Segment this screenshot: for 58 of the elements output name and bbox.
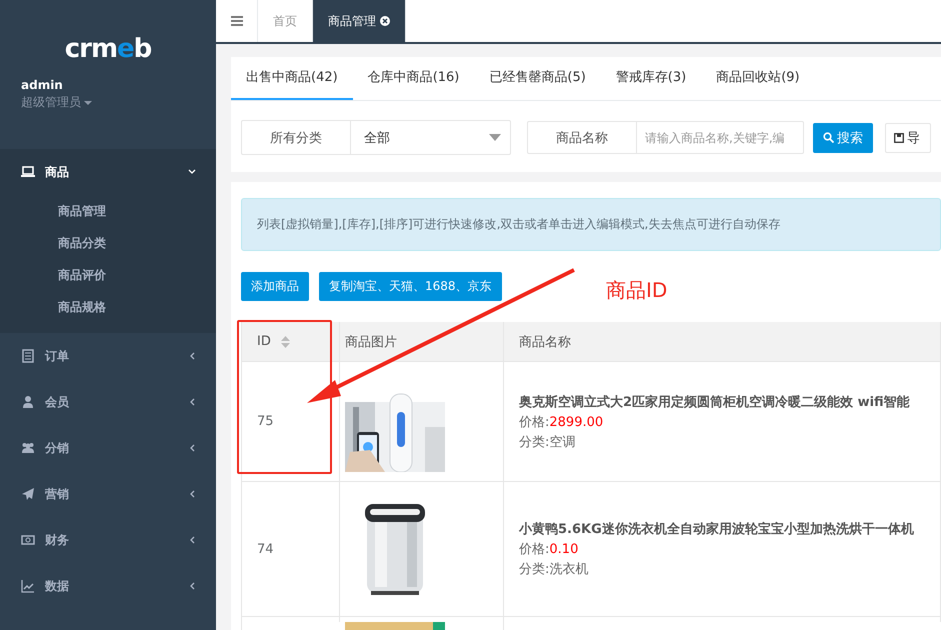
menu-item[interactable]: 财务 xyxy=(0,517,216,563)
submenu-item[interactable]: 商品评价 xyxy=(0,259,216,291)
user-icon xyxy=(21,395,35,409)
submenu-item[interactable]: 商品分类 xyxy=(0,227,216,259)
status-tab[interactable]: 警戒库存(3) xyxy=(600,57,702,100)
status-tab[interactable]: 出售中商品(42) xyxy=(231,57,353,100)
banknote-icon xyxy=(21,533,35,547)
user-name: admin xyxy=(21,78,64,92)
chevron-down-icon xyxy=(188,168,196,176)
menu-item[interactable]: 会员 xyxy=(0,379,216,425)
chevron-left-icon xyxy=(188,444,196,452)
field-label: 商品名称 xyxy=(527,121,637,154)
product-category: 分类:空调 xyxy=(519,434,576,450)
action-button[interactable]: 添加商品 xyxy=(241,272,309,301)
column-header: 商品名称 xyxy=(504,322,941,361)
submenu-item[interactable]: 商品管理 xyxy=(0,195,216,227)
id-cell: 74 xyxy=(257,542,274,556)
column-header[interactable]: ID xyxy=(242,322,340,361)
notice-banner: 列表[虚拟销量],[库存],[排序]可进行快速修改,双击或者单击进入编辑模式,失去焦点可进行自动保存 xyxy=(241,198,941,251)
annotation-label: 商品ID xyxy=(606,277,668,304)
product-price: 价格:0.10 xyxy=(519,541,580,558)
page-tab[interactable]: 商品管理 xyxy=(313,0,406,42)
sort-icon xyxy=(280,336,290,348)
search-field[interactable]: 请输入商品名称,关键字,编 xyxy=(637,121,804,154)
logo: crmeb xyxy=(64,34,152,64)
product-category: 分类:洗衣机 xyxy=(519,561,590,578)
menu-item[interactable]: 营销 xyxy=(0,471,216,517)
chevron-left-icon xyxy=(188,398,196,406)
users-icon xyxy=(21,441,35,455)
status-tab[interactable]: 仓库中商品(16) xyxy=(352,57,474,100)
id-cell: 75 xyxy=(257,414,274,429)
search-button[interactable]: 搜索 xyxy=(813,122,873,152)
chevron-left-icon xyxy=(188,582,196,590)
column-header: 商品图片 xyxy=(340,322,504,361)
chevron-left-icon xyxy=(188,536,196,544)
search-icon xyxy=(823,132,834,143)
document-icon xyxy=(21,349,35,363)
menu-item[interactable]: 商品 xyxy=(0,149,216,195)
action-button[interactable]: 复制淘宝、天猫、1688、京东 xyxy=(319,272,502,301)
chevron-left-icon xyxy=(188,490,196,498)
status-tab[interactable]: 已经售罄商品(5) xyxy=(474,57,601,100)
line-chart-icon xyxy=(21,579,35,593)
product-name: 小黄鸭5.6KG迷你洗衣机全自动家用波轮宝宝小型加热洗烘干一体机 xyxy=(519,520,914,538)
chevron-left-icon xyxy=(188,352,196,360)
menu-item[interactable]: 订单 xyxy=(0,333,216,379)
status-tab[interactable]: 商品回收站(9) xyxy=(701,57,815,100)
menu-item[interactable]: 分销 xyxy=(0,425,216,471)
save-icon xyxy=(894,132,904,142)
export-button[interactable]: 导 xyxy=(885,122,931,152)
menu-icon xyxy=(230,16,242,26)
paper-plane-icon xyxy=(21,487,35,501)
menu-item[interactable]: 数据 xyxy=(0,563,216,609)
product-price: 价格:2899.00 xyxy=(519,414,604,430)
role-dropdown[interactable]: 超级管理员 xyxy=(21,94,195,111)
laptop-icon xyxy=(21,165,35,179)
close-icon xyxy=(380,16,390,26)
product-name: 奥克斯空调立式大2匹家用定频圆筒柜机空调冷暖二级能效 wifi智能 xyxy=(519,394,910,410)
submenu-item[interactable]: 商品规格 xyxy=(0,291,216,323)
